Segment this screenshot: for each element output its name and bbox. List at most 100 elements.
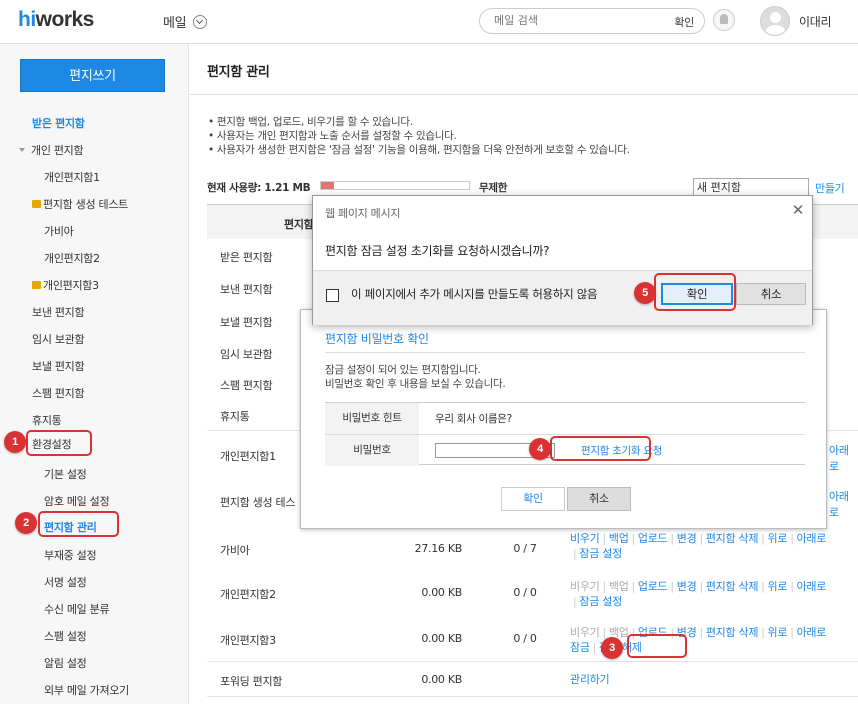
logo-rest: works (35, 8, 95, 31)
dialog-message: 편지함 잠금 설정 초기화를 요청하시겠습니까? (325, 244, 550, 258)
compose-button[interactable]: 편지쓰기 (20, 59, 165, 92)
sidebar-item-signature[interactable]: 서명 설정 (44, 574, 87, 590)
note-line: • 사용자가 생성한 편지함은 '잠금 설정' 기능을 이용해, 편지함을 더욱… (208, 144, 630, 156)
action-up[interactable]: 위로 (768, 626, 788, 639)
dialog-title: 웹 페이지 메시지 (325, 207, 401, 220)
close-icon[interactable]: ✕ (792, 201, 805, 219)
annotation-box (627, 634, 687, 658)
sidebar-item-notifications[interactable]: 알림 설정 (44, 655, 87, 671)
sidebar-item-folder3[interactable]: 개인편지함3 (32, 277, 99, 293)
make-folder-link[interactable]: 만들기 (815, 180, 845, 196)
table-row-name: 편지함 생성 테스 (220, 496, 296, 509)
action-manage[interactable]: 관리하기 (570, 673, 610, 686)
table-row-count: 0 / 0 (513, 586, 537, 599)
sidebar-item-spam-settings[interactable]: 스팸 설정 (44, 628, 87, 644)
sidebar-item-inbox[interactable]: 받은 편지함 (32, 115, 85, 131)
sidebar-item-label: 개인 편지함 (31, 144, 84, 157)
divider (325, 352, 805, 353)
web-page-message-dialog: 웹 페이지 메시지 ✕ 편지함 잠금 설정 초기화를 요청하시겠습니까? 이 페… (312, 195, 813, 325)
note-line: • 사용자는 개인 편지함과 노출 순서를 설정할 수 있습니다. (208, 130, 457, 142)
sidebar-item-label: 개인편지함3 (43, 279, 99, 292)
sidebar-item-test-folder[interactable]: 편지함 생성 테스트 (32, 196, 128, 212)
hiworks-logo[interactable]: hiworks (18, 8, 94, 32)
page-title: 편지함 관리 (207, 65, 270, 80)
hint-value: 우리 회사 이름은? (435, 413, 512, 425)
table-row-name: 개인편지함3 (220, 634, 276, 647)
sidebar-item-import[interactable]: 외부 메일 가져오기 (44, 682, 129, 698)
sidebar-item-gabia[interactable]: 가비아 (44, 223, 74, 239)
table-row-name: 받은 편지함 (220, 251, 273, 264)
table-row-name: 가비아 (220, 544, 250, 557)
cancel-button[interactable]: 취소 (736, 283, 806, 305)
sidebar-item-trash[interactable]: 휴지통 (32, 412, 62, 428)
sidebar-item-filter[interactable]: 수신 메일 분류 (44, 601, 110, 617)
bell-icon[interactable] (713, 9, 735, 31)
table-row-size: 27.16 KB (414, 542, 463, 555)
action-up[interactable]: 위로 (768, 580, 788, 593)
sidebar-item-sent[interactable]: 보낸 편지함 (32, 304, 85, 320)
action-backup[interactable]: 백업 (609, 532, 629, 545)
action-down[interactable]: 아래로 (829, 488, 858, 520)
annotation-badge: 3 (601, 637, 623, 659)
sidebar-item-away[interactable]: 부재중 설정 (44, 547, 97, 563)
lock-icon (32, 281, 41, 289)
sidebar-item-secure-mail[interactable]: 암호 메일 설정 (44, 493, 110, 509)
action-upload[interactable]: 업로드 (638, 532, 668, 545)
action-lock-partial[interactable]: 잠금 (570, 641, 590, 654)
table-row-size: 0.00 KB (421, 586, 462, 599)
usage-label: 현재 사용량: 1.21 MB (207, 182, 311, 194)
sidebar-item-drafts[interactable]: 임시 보관함 (32, 331, 85, 347)
annotation-badge: 4 (529, 438, 551, 460)
password-dialog: 편지함 비밀번호 확인 잠금 설정이 되어 있는 편지함입니다. 비밀번호 확인… (300, 309, 827, 529)
row-divider (207, 696, 858, 697)
table-row-name: 임시 보관함 (220, 348, 273, 361)
action-down[interactable]: 아래로 (797, 626, 827, 639)
action-delete[interactable]: 편지함 삭제 (706, 532, 759, 545)
sidebar-item-folder1[interactable]: 개인편지함1 (44, 169, 100, 185)
search-box: 확인 (479, 8, 705, 34)
avatar[interactable] (760, 6, 790, 36)
app-menu[interactable]: 메일 (163, 12, 208, 31)
action-up[interactable]: 위로 (768, 532, 788, 545)
sidebar-item-folder2[interactable]: 개인편지함2 (44, 250, 100, 266)
row-actions: 비우기 | 백업 | 업로드 | 변경 | 편지함 삭제 | 위로 | 아래로 | 잠금 설정 (570, 532, 827, 560)
sidebar-item-label: 편지함 생성 테스트 (43, 198, 128, 211)
app-menu-label: 메일 (163, 16, 187, 31)
search-button[interactable]: 확인 (674, 14, 694, 30)
dialog-description: 잠금 설정이 되어 있는 편지함입니다. (325, 364, 481, 376)
table-row-name: 스팸 편지함 (220, 379, 273, 392)
annotation-box (26, 430, 92, 456)
table-row-name: 포워딩 편지함 (220, 675, 283, 688)
user-name[interactable]: 이대리 (799, 13, 832, 30)
sidebar-item-basic-settings[interactable]: 기본 설정 (44, 466, 87, 482)
row-actions: 비우기 | 백업 | 업로드 | 변경 | 편지함 삭제 | 위로 | 아래로 | 잠금 설정 (570, 580, 827, 608)
sidebar-item-outbox[interactable]: 보낼 편지함 (32, 358, 85, 374)
lock-icon (32, 200, 41, 208)
action-down[interactable]: 아래로 (797, 580, 827, 593)
action-lock-set[interactable]: 잠금 설정 (579, 595, 622, 608)
action-rename[interactable]: 변경 (677, 580, 697, 593)
annotation-box (654, 273, 736, 311)
confirm-button[interactable]: 확인 (501, 487, 565, 511)
action-empty[interactable]: 비우기 (570, 532, 600, 545)
action-rename[interactable]: 변경 (677, 532, 697, 545)
action-upload[interactable]: 업로드 (638, 580, 668, 593)
table-row-size: 0.00 KB (421, 673, 462, 686)
sidebar-item-spam[interactable]: 스팸 편지함 (32, 385, 85, 401)
suppress-checkbox[interactable] (326, 289, 339, 302)
divider (190, 94, 858, 95)
search-input[interactable] (494, 14, 644, 27)
action-down[interactable]: 아래로 (829, 442, 858, 474)
action-delete[interactable]: 편지함 삭제 (706, 626, 759, 639)
table-row-size: 0.00 KB (421, 632, 462, 645)
new-folder-input[interactable] (693, 178, 809, 196)
sidebar: 편지쓰기 받은 편지함 개인 편지함 개인편지함1 편지함 생성 테스트 가비아… (0, 44, 189, 704)
action-lock-set[interactable]: 잠금 설정 (579, 547, 622, 560)
action-down[interactable]: 아래로 (797, 532, 827, 545)
checkbox-label[interactable]: 이 페이지에서 추가 메시지를 만들도록 허용하지 않음 (351, 287, 616, 302)
cancel-button[interactable]: 취소 (567, 487, 631, 511)
dialog-footer: 이 페이지에서 추가 메시지를 만들도록 허용하지 않음 확인 취소 (313, 270, 812, 325)
sidebar-item-personal[interactable]: 개인 편지함 (19, 142, 84, 158)
action-delete[interactable]: 편지함 삭제 (706, 580, 759, 593)
row-divider (207, 661, 858, 662)
